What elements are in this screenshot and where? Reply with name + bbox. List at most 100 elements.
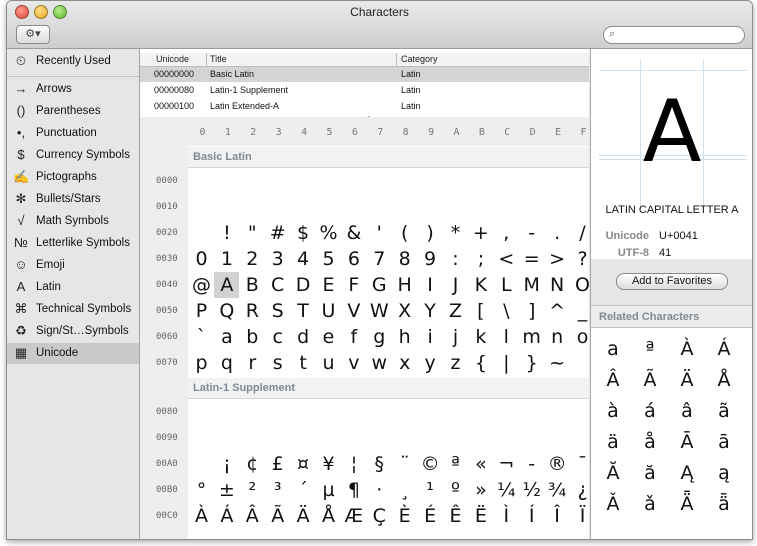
- glyph-cell[interactable]: È: [392, 503, 417, 529]
- glyph-cell[interactable]: Z: [443, 298, 468, 324]
- glyph-cell[interactable]: <: [494, 246, 519, 272]
- glyph-cell[interactable]: Ï: [570, 503, 589, 529]
- glyph-cell[interactable]: [: [468, 298, 493, 324]
- col-header-category[interactable]: Category: [401, 54, 438, 64]
- glyph-cell[interactable]: R: [240, 298, 265, 324]
- glyph-cell[interactable]: ¬: [494, 451, 519, 477]
- glyph-cell[interactable]: [240, 194, 265, 220]
- glyph-cell[interactable]: {: [468, 350, 493, 376]
- glyph-cell[interactable]: [570, 425, 589, 451]
- glyph-cell[interactable]: &: [341, 220, 366, 246]
- glyph-cell[interactable]: [189, 425, 214, 451]
- glyph-cell[interactable]: ;: [468, 246, 493, 272]
- glyph-cell[interactable]: 4: [291, 246, 316, 272]
- glyph-cell[interactable]: ]: [519, 298, 544, 324]
- glyph-cell[interactable]: [189, 220, 214, 246]
- glyph-cell[interactable]: [316, 168, 341, 194]
- glyph-cell[interactable]: [494, 399, 519, 425]
- glyph-cell[interactable]: r: [240, 350, 265, 376]
- glyph-cell[interactable]: [570, 399, 589, 425]
- glyph-cell[interactable]: »: [468, 477, 493, 503]
- glyph-cell[interactable]: [265, 399, 290, 425]
- glyph-cell[interactable]: 7: [367, 246, 392, 272]
- glyph-cell[interactable]: §: [367, 451, 392, 477]
- block-row[interactable]: 00000080 Latin-1 Supplement Latin: [140, 83, 589, 98]
- glyph-cell[interactable]: [341, 425, 366, 451]
- glyph-cell[interactable]: t: [291, 350, 316, 376]
- search-field[interactable]: ⌕: [603, 26, 745, 44]
- glyph-cell[interactable]: +: [468, 220, 493, 246]
- glyph-cell[interactable]: Ä: [291, 503, 316, 529]
- glyph-cell[interactable]: [265, 194, 290, 220]
- sidebar-item-3[interactable]: •, Punctuation: [7, 123, 139, 144]
- glyph-cell[interactable]: K: [468, 272, 493, 298]
- glyph-cell[interactable]: [214, 194, 239, 220]
- glyph-cell[interactable]: ¤: [291, 451, 316, 477]
- glyph-cell[interactable]: [468, 425, 493, 451]
- glyph-cell[interactable]: [316, 425, 341, 451]
- glyph-cell[interactable]: ': [367, 220, 392, 246]
- glyph-cell[interactable]: O: [570, 272, 589, 298]
- related-glyph[interactable]: Ä: [669, 369, 705, 391]
- glyph-cell[interactable]: E: [316, 272, 341, 298]
- glyph-cell[interactable]: [240, 168, 265, 194]
- glyph-cell[interactable]: }: [519, 350, 544, 376]
- glyph-cell[interactable]: 3: [265, 246, 290, 272]
- glyph-cell[interactable]: H: [392, 272, 417, 298]
- glyph-cell[interactable]: ¿: [570, 477, 589, 503]
- related-glyph[interactable]: a: [595, 338, 631, 360]
- related-glyph[interactable]: å: [632, 431, 668, 453]
- glyph-cell[interactable]: ©: [418, 451, 443, 477]
- glyph-cell[interactable]: *: [443, 220, 468, 246]
- glyph-cell[interactable]: Î: [545, 503, 570, 529]
- glyph-cell[interactable]: -: [519, 220, 544, 246]
- glyph-cell[interactable]: $: [291, 220, 316, 246]
- glyph-cell[interactable]: (: [392, 220, 417, 246]
- glyph-cell[interactable]: [240, 425, 265, 451]
- glyph-cell[interactable]: e: [316, 324, 341, 350]
- sidebar-item-10[interactable]: A Latin: [7, 277, 139, 298]
- related-glyph[interactable]: ã: [706, 400, 742, 422]
- glyph-cell[interactable]: ´: [291, 477, 316, 503]
- glyph-cell[interactable]: [494, 425, 519, 451]
- gear-menu-button[interactable]: ⚙▾: [16, 25, 50, 44]
- glyph-cell[interactable]: [367, 168, 392, 194]
- glyph-cell[interactable]: n: [545, 324, 570, 350]
- glyph-cell[interactable]: ¹: [418, 477, 443, 503]
- glyph-cell[interactable]: µ: [316, 477, 341, 503]
- search-input[interactable]: [622, 28, 738, 43]
- glyph-cell[interactable]: [443, 399, 468, 425]
- glyph-cell[interactable]: [468, 399, 493, 425]
- glyph-cell[interactable]: Y: [418, 298, 443, 324]
- glyph-cell[interactable]: [265, 168, 290, 194]
- glyph-cell[interactable]: Â: [240, 503, 265, 529]
- glyph-cell[interactable]: [418, 425, 443, 451]
- add-to-favorites-button[interactable]: Add to Favorites: [616, 273, 728, 290]
- glyph-cell[interactable]: m: [519, 324, 544, 350]
- glyph-cell[interactable]: [240, 399, 265, 425]
- glyph-cell[interactable]: 9: [418, 246, 443, 272]
- glyph-cell[interactable]: b: [240, 324, 265, 350]
- glyph-cell[interactable]: [367, 399, 392, 425]
- glyph-cell[interactable]: P: [189, 298, 214, 324]
- related-glyph[interactable]: Ã: [632, 369, 668, 391]
- glyph-cell[interactable]: [545, 194, 570, 220]
- glyph-cell[interactable]: d: [291, 324, 316, 350]
- glyph-cell[interactable]: %: [316, 220, 341, 246]
- related-glyph[interactable]: à: [595, 400, 631, 422]
- glyph-cell[interactable]: w: [367, 350, 392, 376]
- glyph-cell[interactable]: ²: [240, 477, 265, 503]
- glyph-cell[interactable]: [443, 425, 468, 451]
- glyph-cell[interactable]: D: [291, 272, 316, 298]
- related-glyph[interactable]: â: [669, 400, 705, 422]
- glyph-cell[interactable]: N: [545, 272, 570, 298]
- glyph-cell[interactable]: ?: [570, 246, 589, 272]
- glyph-cell[interactable]: T: [291, 298, 316, 324]
- related-glyph[interactable]: ª: [632, 338, 668, 360]
- glyph-cell[interactable]: ª: [443, 451, 468, 477]
- glyph-cell[interactable]: [214, 168, 239, 194]
- glyph-cell[interactable]: U: [316, 298, 341, 324]
- glyph-cell[interactable]: /: [570, 220, 589, 246]
- glyph-cell[interactable]: [392, 425, 417, 451]
- glyph-cell[interactable]: ^: [545, 298, 570, 324]
